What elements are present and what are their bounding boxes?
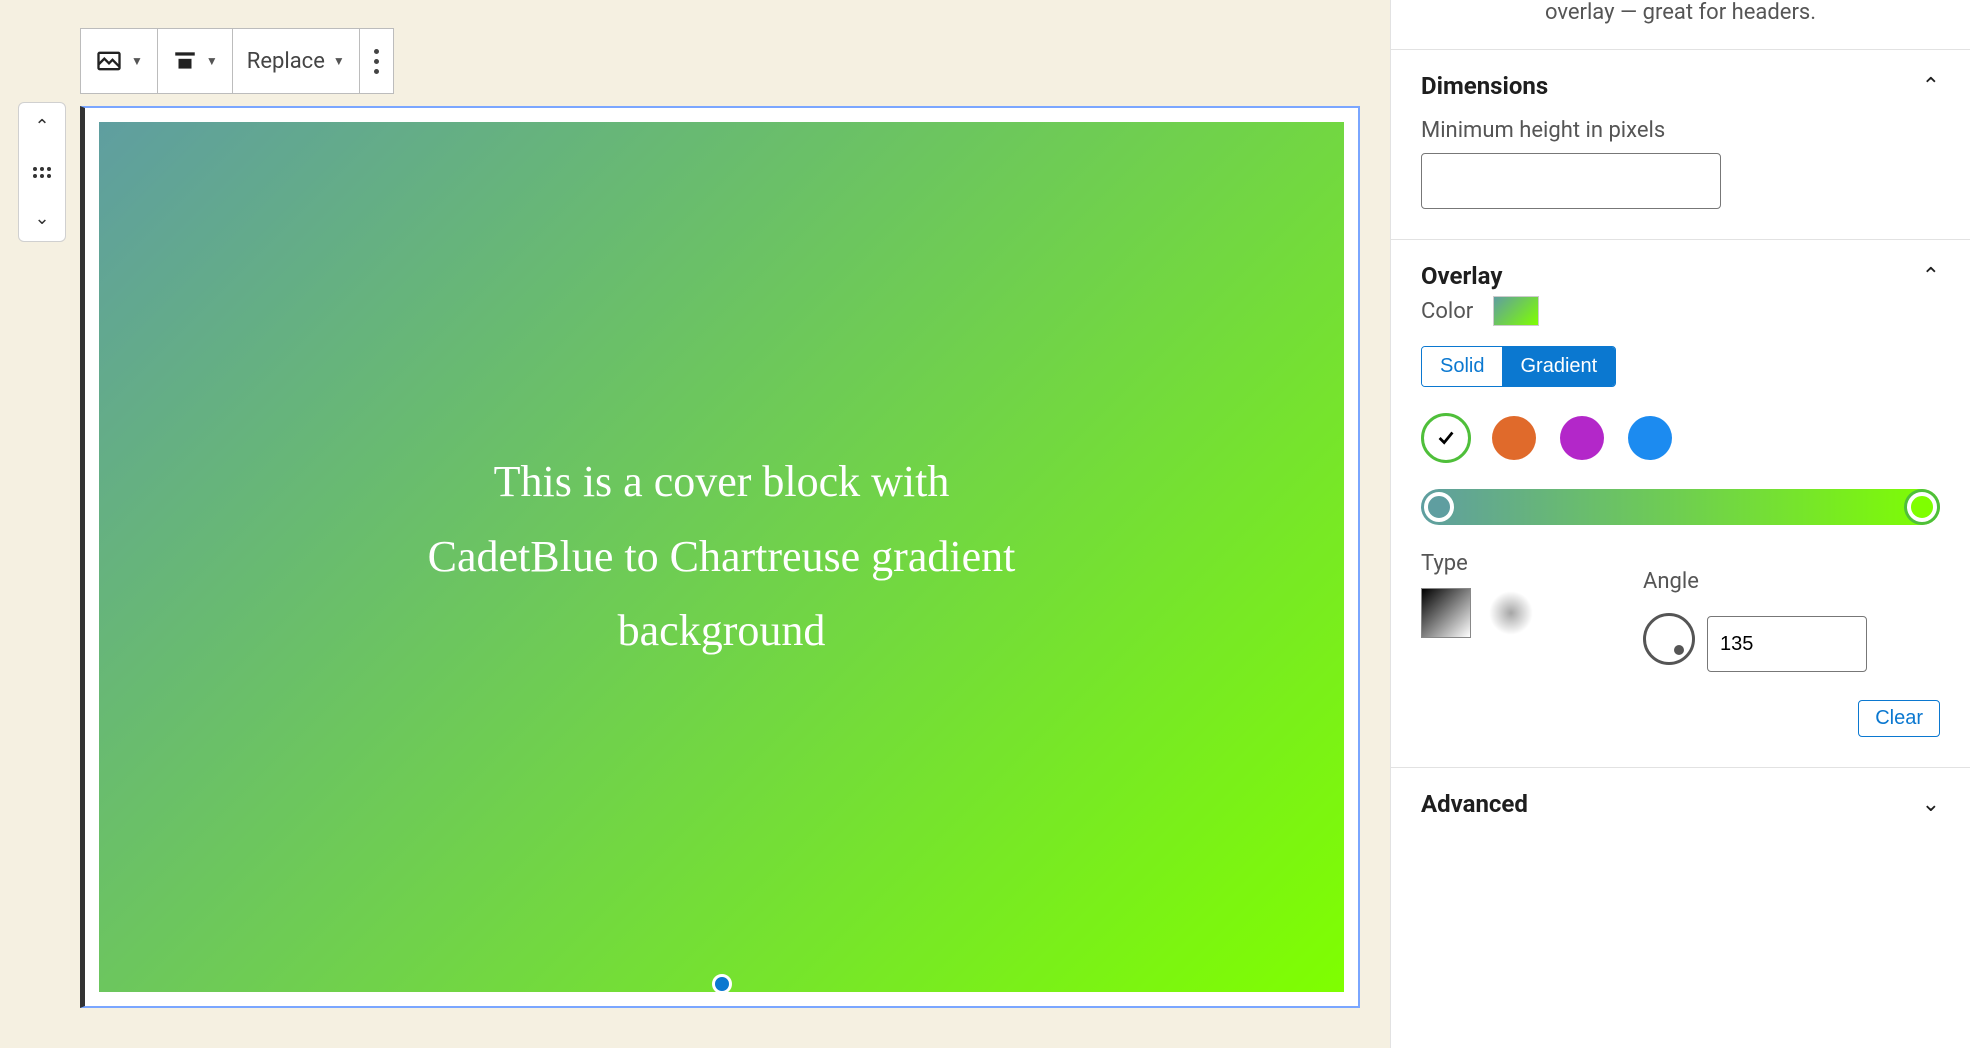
gradient-preset-3[interactable] (1557, 413, 1607, 463)
editor-canvas: ▼ ▼ Replace ▼ This is a cover block with… (80, 28, 1360, 1008)
color-label: Color (1421, 299, 1473, 324)
align-button[interactable]: ▼ (158, 29, 233, 93)
overlay-header[interactable]: Overlay ⌃ (1421, 262, 1940, 290)
replace-button[interactable]: Replace ▼ (233, 29, 360, 93)
dimensions-title: Dimensions (1421, 72, 1548, 100)
chevron-down-icon: ▼ (131, 54, 143, 68)
drag-icon (33, 167, 51, 178)
chevron-up-icon: ⌃ (1922, 74, 1940, 99)
min-height-input[interactable] (1421, 153, 1721, 209)
chevron-down-icon: ⌄ (1922, 792, 1940, 817)
block-mover: ⌃ ⌄ (18, 102, 66, 242)
overlay-title: Overlay (1421, 262, 1502, 290)
resize-handle[interactable] (712, 974, 732, 994)
clear-button[interactable]: Clear (1858, 700, 1940, 737)
type-linear-button[interactable] (1421, 588, 1471, 638)
type-label: Type (1421, 551, 1533, 576)
angle-dial[interactable] (1643, 613, 1695, 665)
move-down-button[interactable]: ⌄ (19, 195, 65, 241)
advanced-title: Advanced (1421, 790, 1528, 818)
tab-solid[interactable]: Solid (1422, 347, 1502, 386)
drag-handle[interactable] (19, 149, 65, 195)
block-toolbar: ▼ ▼ Replace ▼ (80, 28, 394, 94)
gradient-preset-4[interactable] (1625, 413, 1675, 463)
current-gradient-swatch[interactable] (1493, 296, 1539, 326)
check-icon (1435, 427, 1457, 449)
gradient-presets (1421, 413, 1940, 463)
chevron-down-icon: ▼ (333, 54, 345, 68)
dimensions-panel: Dimensions ⌃ Minimum height in pixels (1391, 49, 1970, 239)
help-text: overlay — great for headers. (1391, 0, 1970, 49)
tab-gradient[interactable]: Gradient (1502, 347, 1615, 386)
chevron-up-icon: ⌃ (1922, 264, 1940, 289)
gradient-bar[interactable] (1421, 489, 1940, 525)
gradient-preset-2[interactable] (1489, 413, 1539, 463)
overlay-panel: Overlay ⌃ Color Solid Gradient Type (1391, 239, 1970, 767)
gradient-preset-1[interactable] (1421, 413, 1471, 463)
cover-block-selection[interactable]: This is a cover block with CadetBlue to … (80, 106, 1360, 1008)
more-options-button[interactable] (360, 29, 393, 93)
angle-input[interactable] (1707, 616, 1867, 672)
overlay-tabgroup: Solid Gradient (1421, 346, 1616, 387)
advanced-panel: Advanced ⌄ (1391, 767, 1970, 848)
gradient-stop-start[interactable] (1424, 492, 1454, 522)
type-radial-button[interactable] (1489, 591, 1533, 635)
min-height-label: Minimum height in pixels (1421, 118, 1940, 143)
advanced-header[interactable]: Advanced ⌄ (1421, 790, 1940, 818)
move-up-button[interactable]: ⌃ (19, 103, 65, 149)
cover-text[interactable]: This is a cover block with CadetBlue to … (412, 445, 1032, 669)
chevron-down-icon: ▼ (206, 54, 218, 68)
block-type-button[interactable]: ▼ (81, 29, 158, 93)
angle-label: Angle (1643, 569, 1867, 594)
image-icon (95, 47, 123, 75)
more-icon (374, 49, 379, 74)
align-icon (172, 48, 198, 74)
cover-block[interactable]: This is a cover block with CadetBlue to … (99, 122, 1344, 992)
gradient-stop-end[interactable] (1907, 492, 1937, 522)
dimensions-header[interactable]: Dimensions ⌃ (1421, 72, 1940, 100)
replace-label: Replace (247, 49, 325, 74)
settings-sidebar: overlay — great for headers. Dimensions … (1390, 0, 1970, 1048)
